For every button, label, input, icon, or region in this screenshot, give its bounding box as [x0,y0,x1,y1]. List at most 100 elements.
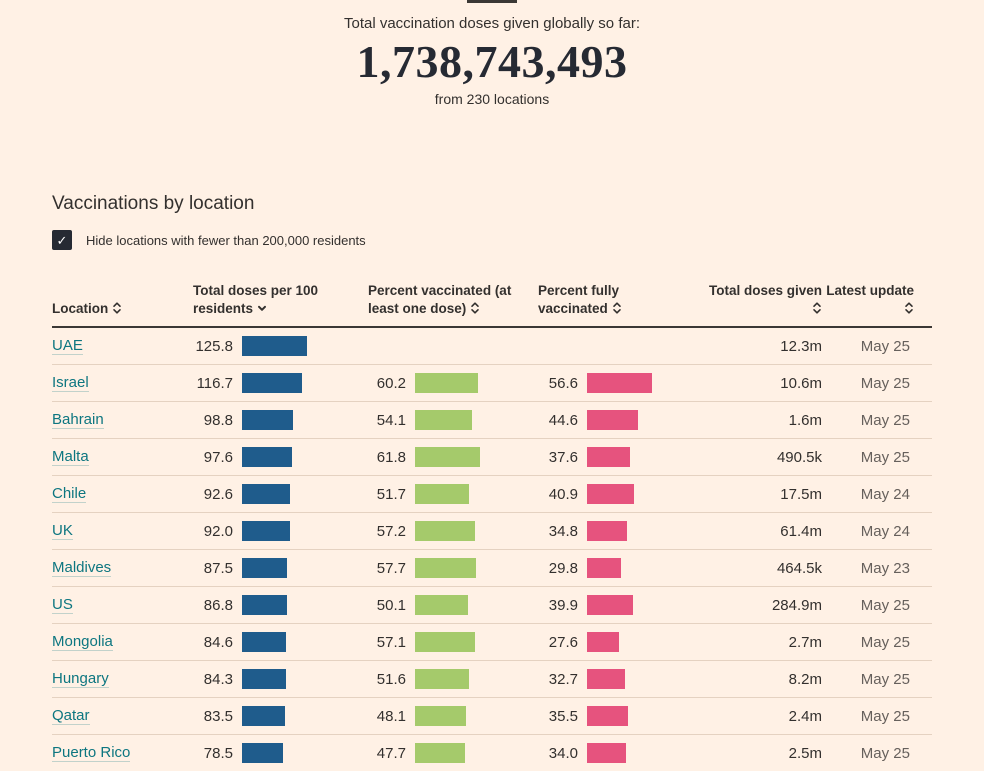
location-link[interactable]: Malta [52,448,89,467]
total-doses-cell: 1.6m [788,411,822,429]
pct-one-dose-bar [415,447,480,468]
hide-small-locations-checkbox[interactable]: ✓ [52,230,72,250]
col-header-doses-per-100[interactable]: Total doses per 100 residents [193,282,333,318]
pct-fully-vaccinated-cell: 44.6 [538,410,700,431]
pct-one-dose-bar [415,743,466,764]
pct-fully-vaccinated-bar [587,410,639,431]
doses-per-100-cell: 92.6 [193,484,368,505]
doses-per-100-value: 78.5 [203,744,233,762]
doses-per-100-cell: 83.5 [193,706,368,727]
hero-subtitle: Total vaccination doses given globally s… [343,15,640,32]
pct-fully-vaccinated-cell: 27.6 [538,632,700,653]
doses-per-100-value: 97.6 [203,448,233,466]
latest-update-cell: May 25 [860,633,910,651]
table-row: Maldives 87.5 57.7 29.8 464.5k May 23 [52,550,932,588]
latest-update-cell: May 25 [860,374,910,392]
pct-one-dose-value: 51.6 [376,670,406,688]
col-header-location[interactable]: Location [52,300,193,318]
pct-fully-vaccinated-cell: 34.0 [538,743,700,764]
doses-per-100-cell: 116.7 [193,373,368,394]
pct-one-dose-value: 54.1 [376,411,406,429]
doses-per-100-cell: 87.5 [193,558,368,579]
doses-per-100-value: 92.6 [203,485,233,503]
location-link[interactable]: Bahrain [52,411,104,430]
doses-per-100-bar [242,373,303,394]
checkmark-icon: ✓ [56,232,68,248]
location-link[interactable]: Israel [52,374,89,393]
location-link[interactable]: UAE [52,337,83,356]
sort-icon[interactable] [470,300,480,318]
doses-per-100-cell: 78.5 [193,743,368,764]
pct-fully-vaccinated-cell: 29.8 [538,558,700,579]
location-link[interactable]: UK [52,522,73,541]
sort-icon[interactable] [612,300,622,318]
doses-per-100-bar [242,706,286,727]
pct-fully-vaccinated-bar [587,595,633,616]
total-doses-cell: 2.7m [788,633,822,651]
table-row: Mongolia 84.6 57.1 27.6 2.7m May 25 [52,624,932,662]
table-row: Israel 116.7 60.2 56.6 10.6m May 25 [52,365,932,403]
latest-update-cell: May 23 [860,559,910,577]
location-link[interactable]: Hungary [52,670,109,689]
location-link[interactable]: Qatar [52,707,90,726]
total-doses-cell: 17.5m [780,485,822,503]
table-row: Malta 97.6 61.8 37.6 490.5k May 25 [52,439,932,477]
pct-one-dose-bar [415,558,476,579]
section-title: Vaccinations by location [52,193,255,214]
doses-per-100-bar [242,521,290,542]
global-total-doses: 1,738,743,493 [356,36,628,87]
sort-icon[interactable] [904,300,914,318]
filter-label: Hide locations with fewer than 200,000 r… [86,232,366,248]
total-doses-cell: 12.3m [780,337,822,355]
pct-one-dose-cell: 57.1 [368,632,538,653]
pct-fully-vaccinated-cell: 37.6 [538,447,700,468]
pct-fully-vaccinated-bar [587,743,627,764]
doses-per-100-value: 98.8 [203,411,233,429]
pct-one-dose-value: 60.2 [376,374,406,392]
location-link[interactable]: US [52,596,73,615]
table-row: Qatar 83.5 48.1 35.5 2.4m May 25 [52,698,932,736]
location-link[interactable]: Chile [52,485,87,504]
doses-per-100-bar [242,558,288,579]
sort-icon[interactable] [257,300,267,318]
latest-update-cell: May 25 [860,707,910,725]
total-doses-cell: 464.5k [776,559,822,577]
table-row: US 86.8 50.1 39.9 284.9m May 25 [52,587,932,625]
pct-fully-vaccinated-cell: 32.7 [538,669,700,690]
col-header-latest-update[interactable]: Latest update [822,282,932,318]
doses-per-100-bar [242,447,293,468]
pct-one-dose-cell: 50.1 [368,595,538,616]
pct-fully-vaccinated-cell: 34.8 [538,521,700,542]
pct-fully-vaccinated-value: 44.6 [548,411,578,429]
col-header-total-doses[interactable]: Total doses given [700,282,822,318]
pct-fully-vaccinated-bar [587,632,619,653]
table-row: Puerto Rico 78.5 47.7 34.0 2.5m May 25 [52,735,932,771]
pct-fully-vaccinated-bar [587,706,628,727]
col-header-pct-fully[interactable]: Percent fully vaccinated [538,282,643,318]
sort-icon[interactable] [812,300,822,318]
pct-fully-vaccinated-value: 56.6 [548,374,578,392]
pct-one-dose-cell: 54.1 [368,410,538,431]
location-link[interactable]: Mongolia [52,633,113,652]
location-link[interactable]: Puerto Rico [52,744,131,763]
pct-one-dose-bar [415,706,466,727]
doses-per-100-cell: 84.3 [193,669,368,690]
total-doses-cell: 61.4m [780,522,822,540]
pct-fully-vaccinated-value: 29.8 [548,559,578,577]
pct-one-dose-value: 50.1 [376,596,406,614]
col-header-pct-one-dose[interactable]: Percent vaccinated (at least one dose) [368,282,520,318]
sort-icon[interactable] [112,300,122,318]
doses-per-100-value: 87.5 [203,559,233,577]
latest-update-cell: May 25 [860,596,910,614]
location-link[interactable]: Maldives [52,559,112,578]
table-row: UAE 125.8 12.3m May 25 [52,328,932,366]
latest-update-cell: May 24 [860,522,910,540]
latest-update-cell: May 25 [860,744,910,762]
pct-fully-vaccinated-cell: 56.6 [538,373,700,394]
table-row: Bahrain 98.8 54.1 44.6 1.6m May 25 [52,402,932,440]
latest-update-cell: May 25 [860,670,910,688]
pct-one-dose-bar [415,669,470,690]
pct-one-dose-value: 48.1 [376,707,406,725]
table-header-row: Location Total doses per 100 residents P… [52,282,932,329]
total-doses-cell: 2.4m [788,707,822,725]
